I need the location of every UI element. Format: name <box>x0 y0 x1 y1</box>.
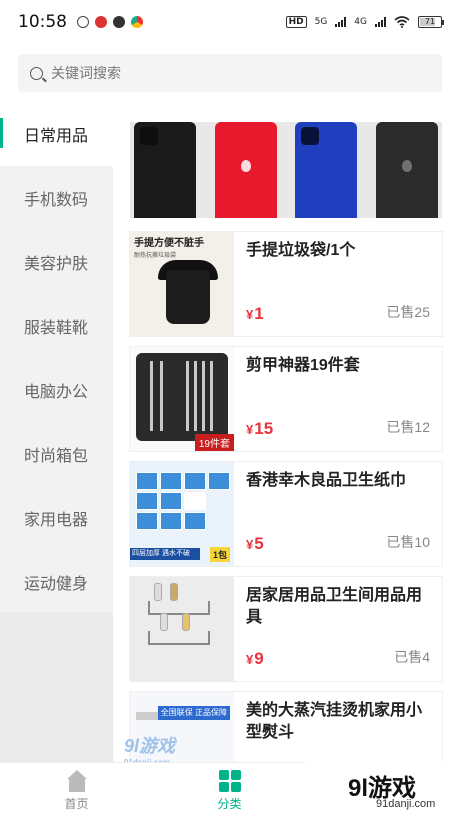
product-image-trash-bag: 手提方便不脏手 耐热抗撕垃圾袋 <box>130 232 234 336</box>
sidebar-item-fashion-bags[interactable]: 时尚箱包 <box>0 422 113 486</box>
product-price: ¥15 <box>246 419 273 439</box>
search-bar[interactable] <box>18 54 442 92</box>
sidebar-item-sports-fitness[interactable]: 运动健身 <box>0 550 113 614</box>
banner-phone-image <box>295 122 358 218</box>
product-title: 美的大蒸汽挂烫机家用小型熨斗 <box>246 702 423 741</box>
product-card[interactable]: 居家居用品卫生间用品用具 ¥9 已售4 <box>130 577 442 681</box>
sidebar-item-label: 运动健身 <box>24 576 89 593</box>
chat-notification-icon <box>113 16 125 28</box>
price-value: 1 <box>254 304 264 323</box>
product-title: 手提垃圾袋/1个 <box>246 242 356 259</box>
currency-symbol: ¥ <box>246 537 254 552</box>
price-value: 9 <box>254 649 264 668</box>
category-sidebar: 日常用品 手机数码 美容护肤 服装鞋靴 电脑办公 时尚箱包 家用电器 运动健身 <box>0 102 113 612</box>
signal-5g-icon <box>335 17 347 27</box>
thumb-label: 全国联保 正品保障 <box>157 706 230 720</box>
sidebar-empty-area <box>0 612 113 762</box>
thumb-strip: 四层加厚 遇水不破 <box>130 548 200 560</box>
product-panel: 手提方便不脏手 耐热抗撕垃圾袋 手提垃圾袋/1个 ¥1 已售25 19件套 剪甲… <box>113 102 460 762</box>
brand-watermark-url: 91danji.com <box>376 798 436 810</box>
sold-count: 已售10 <box>386 534 430 550</box>
sidebar-item-label: 服装鞋靴 <box>24 320 89 337</box>
currency-symbol: ¥ <box>246 307 254 322</box>
sold-count: 已售12 <box>386 419 430 435</box>
thumb-caption: 手提方便不脏手 <box>134 238 204 249</box>
currency-symbol: ¥ <box>246 652 254 667</box>
product-title: 香港幸木良品卫生纸巾 <box>246 472 407 489</box>
product-image-nail-kit: 19件套 <box>130 347 234 451</box>
product-price: ¥1 <box>246 304 264 324</box>
product-card[interactable]: 19件套 剪甲神器19件套 ¥15 已售12 <box>130 347 442 451</box>
search-icon <box>30 66 43 80</box>
tab-category-label: 分类 <box>217 796 242 811</box>
product-image-tissue: 四层加厚 遇水不破 1包 <box>130 462 234 566</box>
thumb-tag: 19件套 <box>194 434 234 451</box>
sidebar-item-home-appliances[interactable]: 家用电器 <box>0 486 113 550</box>
sidebar-item-label: 家用电器 <box>24 512 89 529</box>
status-time: 10:58 <box>18 12 67 32</box>
notification-icons <box>77 16 143 28</box>
signal-4g-label: 4G <box>354 17 367 27</box>
hd-icon: HD <box>285 16 307 28</box>
sidebar-item-label: 美容护肤 <box>24 256 89 273</box>
battery-icon: 71 <box>418 16 444 28</box>
price-value: 5 <box>254 534 264 553</box>
watermark-text: 9l游戏 <box>124 736 176 756</box>
sidebar-item-computer-office[interactable]: 电脑办公 <box>0 358 113 422</box>
sold-count: 已售4 <box>394 649 430 665</box>
brand-watermark: 9l游戏 91danji.com <box>306 762 460 818</box>
sidebar-item-label: 手机数码 <box>24 192 89 209</box>
battery-level: 71 <box>424 17 436 26</box>
tab-home[interactable]: 首页 <box>0 763 153 818</box>
tab-category[interactable]: 分类 <box>153 763 306 818</box>
price-value: 15 <box>254 419 274 438</box>
home-icon <box>66 769 88 792</box>
system-icons: HD 5G 4G 71 <box>285 16 444 28</box>
sidebar-item-daily-goods[interactable]: 日常用品 <box>0 102 113 166</box>
category-banner[interactable] <box>130 122 442 218</box>
signal-5g-label: 5G <box>314 17 328 27</box>
product-card[interactable]: 手提方便不脏手 耐热抗撕垃圾袋 手提垃圾袋/1个 ¥1 已售25 <box>130 232 442 336</box>
product-image-bathroom-shelf <box>130 577 234 681</box>
search-header <box>0 44 460 102</box>
category-icon <box>218 769 241 792</box>
browser-notification-icon <box>131 16 143 28</box>
app-notification-icon <box>77 16 89 28</box>
product-title: 居家居用品卫生间用品用具 <box>246 587 423 626</box>
banner-phone-image <box>134 122 196 218</box>
product-card[interactable]: 四层加厚 遇水不破 1包 香港幸木良品卫生纸巾 ¥5 已售10 <box>130 462 442 566</box>
status-bar: 10:58 HD 5G 4G 71 <box>0 0 460 44</box>
sidebar-item-beauty-skincare[interactable]: 美容护肤 <box>0 230 113 294</box>
product-price: ¥5 <box>246 534 264 554</box>
tab-home-label: 首页 <box>64 796 89 811</box>
sidebar-item-label: 日常用品 <box>24 128 89 145</box>
signal-4g-icon <box>375 17 386 27</box>
product-card[interactable]: 全国联保 正品保障 美的大蒸汽挂烫机家用小型熨斗 <box>130 692 442 762</box>
product-price: ¥9 <box>246 649 264 669</box>
thumb-badge: 1包 <box>209 547 230 562</box>
sidebar-item-label: 电脑办公 <box>24 384 89 401</box>
sold-count: 已售25 <box>386 304 430 320</box>
sidebar-item-phones-digital[interactable]: 手机数码 <box>0 166 113 230</box>
banner-phone-image <box>214 122 277 218</box>
product-title: 剪甲神器19件套 <box>246 357 360 374</box>
banner-phone-image <box>375 122 438 218</box>
sidebar-item-label: 时尚箱包 <box>24 448 89 465</box>
app-notification-icon <box>95 16 107 28</box>
sidebar-item-clothing-shoes[interactable]: 服装鞋靴 <box>0 294 113 358</box>
currency-symbol: ¥ <box>246 422 254 437</box>
search-input[interactable] <box>51 65 411 81</box>
wifi-icon <box>394 16 410 28</box>
product-list: 手提方便不脏手 耐热抗撕垃圾袋 手提垃圾袋/1个 ¥1 已售25 19件套 剪甲… <box>130 232 442 762</box>
